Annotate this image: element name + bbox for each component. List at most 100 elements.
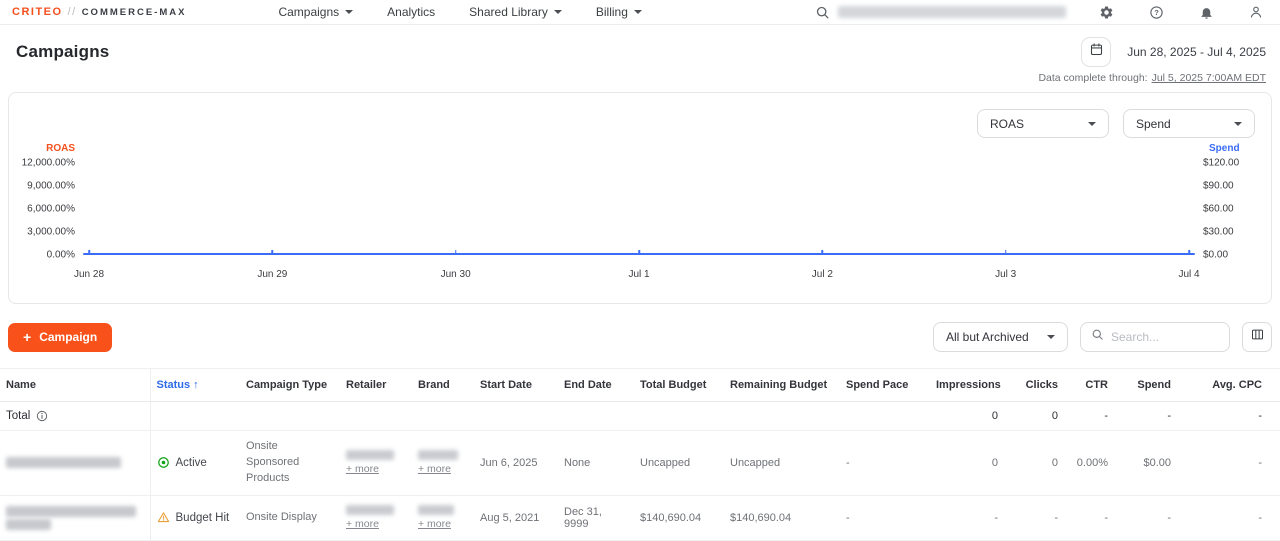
cell-impressions: -	[930, 495, 1004, 540]
chevron-down-icon	[554, 10, 562, 14]
logo[interactable]: CRITEO // COMMERCE-MAX	[12, 6, 186, 18]
column-header-total-budget[interactable]: Total Budget	[634, 369, 724, 402]
campaign-name-link[interactable]	[0, 495, 150, 540]
x-axis-tick-mark	[1188, 250, 1190, 255]
sort-asc-icon: ↑	[193, 379, 199, 391]
warning-icon	[157, 511, 170, 524]
table-search[interactable]	[1080, 322, 1230, 352]
cell-spend: -	[1114, 495, 1177, 540]
help-button[interactable]: ?	[1146, 2, 1166, 22]
column-header-brand[interactable]: Brand	[412, 369, 474, 402]
total-cell-campaign-type	[240, 402, 340, 431]
top-nav: CRITEO // COMMERCE-MAX Campaigns Analytic…	[0, 0, 1280, 25]
campaign-name-redacted	[6, 457, 121, 468]
x-axis-label: Jun 29	[257, 269, 287, 280]
cell-remaining-budget: Uncapped	[724, 431, 840, 496]
column-header-status[interactable]: Status↑	[150, 369, 240, 402]
right-axis-tick: $0.00	[1203, 250, 1228, 261]
calendar-icon	[1089, 42, 1104, 62]
left-axis-tick: 12,000.00%	[22, 158, 75, 169]
cell-campaign-type: Onsite Display	[240, 495, 340, 540]
total-cell-total-budget	[634, 402, 724, 431]
right-axis-tick: $60.00	[1203, 204, 1234, 215]
total-cell-retailer	[340, 402, 412, 431]
brand-more-link[interactable]: + more	[418, 463, 451, 475]
nav-item-billing[interactable]: Billing	[596, 5, 642, 19]
data-complete-link[interactable]: Jul 5, 2025 7:00AM EDT	[1152, 72, 1266, 84]
x-axis-labels: Jun 28Jun 29Jun 30Jul 1Jul 2Jul 3Jul 4	[83, 269, 1195, 281]
retailer-redacted	[346, 505, 394, 515]
total-cell-brand	[412, 402, 474, 431]
search-value-redacted	[838, 6, 1066, 18]
table-search-input[interactable]	[1111, 330, 1219, 344]
nav-item-label: Billing	[596, 5, 628, 19]
right-axis-tick: $90.00	[1203, 181, 1234, 192]
page-header: Campaigns Jun 28, 2025 - Jul 4, 2025	[0, 25, 1280, 67]
bell-icon	[1199, 5, 1214, 20]
total-cell-spend: -	[1114, 402, 1177, 431]
total-label: Total	[6, 410, 30, 422]
status-label: Budget Hit	[176, 512, 230, 524]
retailer-more-link[interactable]: + more	[346, 463, 379, 475]
gear-icon	[1099, 5, 1114, 20]
cell-spend-pace: -	[840, 431, 930, 496]
metric-select-left[interactable]: ROAS	[977, 109, 1109, 138]
cell-end-date: Dec 31, 9999	[558, 495, 634, 540]
settings-button[interactable]	[1096, 2, 1116, 22]
status-filter-select[interactable]: All but Archived	[933, 322, 1068, 352]
x-axis-tick-mark	[1005, 250, 1007, 255]
metric-select-right-value: Spend	[1136, 117, 1171, 131]
logo-separator: //	[68, 6, 77, 18]
metric-select-right[interactable]: Spend	[1123, 109, 1255, 138]
notifications-button[interactable]	[1196, 2, 1216, 22]
column-header-remaining-budget[interactable]: Remaining Budget	[724, 369, 840, 402]
column-header-name[interactable]: Name	[0, 369, 150, 402]
table-toolbar: + Campaign All but Archived	[8, 322, 1272, 352]
x-axis-label: Jul 1	[628, 269, 649, 280]
left-axis-tick: 3,000.00%	[27, 227, 75, 238]
active-status-icon	[157, 456, 170, 469]
global-search[interactable]	[815, 5, 1066, 20]
column-header-spend-pace[interactable]: Spend Pace	[840, 369, 930, 402]
date-range-button[interactable]	[1081, 37, 1111, 67]
column-header-impressions[interactable]: Impressions	[930, 369, 1004, 402]
column-header-campaign-type[interactable]: Campaign Type	[240, 369, 340, 402]
column-header-retailer[interactable]: Retailer	[340, 369, 412, 402]
campaign-row: Budget Hit Onsite Display + more + more Aug …	[0, 495, 1280, 540]
brand-more-link[interactable]: + more	[418, 518, 451, 530]
campaign-name-redacted	[6, 506, 136, 517]
campaign-name-redacted	[6, 519, 51, 530]
chevron-down-icon	[345, 10, 353, 14]
new-campaign-button[interactable]: + Campaign	[8, 323, 112, 352]
column-header-start-date[interactable]: Start Date	[474, 369, 558, 402]
nav-item-shared-library[interactable]: Shared Library	[469, 5, 562, 19]
primary-nav: Campaigns Analytics Shared Library Billing	[278, 5, 641, 19]
chevron-down-icon	[1088, 122, 1096, 126]
total-cell-avg-cpc: -	[1177, 402, 1280, 431]
campaign-name-link[interactable]	[0, 431, 150, 496]
total-cell-status	[150, 402, 240, 431]
column-header-end-date[interactable]: End Date	[558, 369, 634, 402]
column-header-spend[interactable]: Spend	[1114, 369, 1177, 402]
right-axis-tick: $30.00	[1203, 227, 1234, 238]
cell-start-date: Aug 5, 2021	[474, 495, 558, 540]
total-label-cell: Total	[0, 402, 150, 431]
column-header-ctr[interactable]: CTR	[1064, 369, 1114, 402]
date-range-label: Jun 28, 2025 - Jul 4, 2025	[1127, 45, 1266, 59]
brand-redacted	[418, 450, 458, 460]
cell-clicks: 0	[1004, 431, 1064, 496]
plus-icon: +	[23, 330, 31, 344]
column-settings-button[interactable]	[1242, 322, 1272, 352]
search-icon	[815, 5, 830, 20]
nav-item-analytics[interactable]: Analytics	[387, 5, 435, 19]
nav-item-campaigns[interactable]: Campaigns	[278, 5, 353, 19]
account-button[interactable]	[1246, 2, 1266, 22]
column-header-clicks[interactable]: Clicks	[1004, 369, 1064, 402]
chevron-down-icon	[634, 10, 642, 14]
columns-icon	[1250, 327, 1265, 347]
column-header-avg-cpc[interactable]: Avg. CPC	[1177, 369, 1280, 402]
retailer-more-link[interactable]: + more	[346, 518, 379, 530]
right-axis-tick: $120.00	[1203, 158, 1239, 169]
x-axis-tick-mark	[455, 250, 457, 255]
metric-select-left-value: ROAS	[990, 117, 1024, 131]
